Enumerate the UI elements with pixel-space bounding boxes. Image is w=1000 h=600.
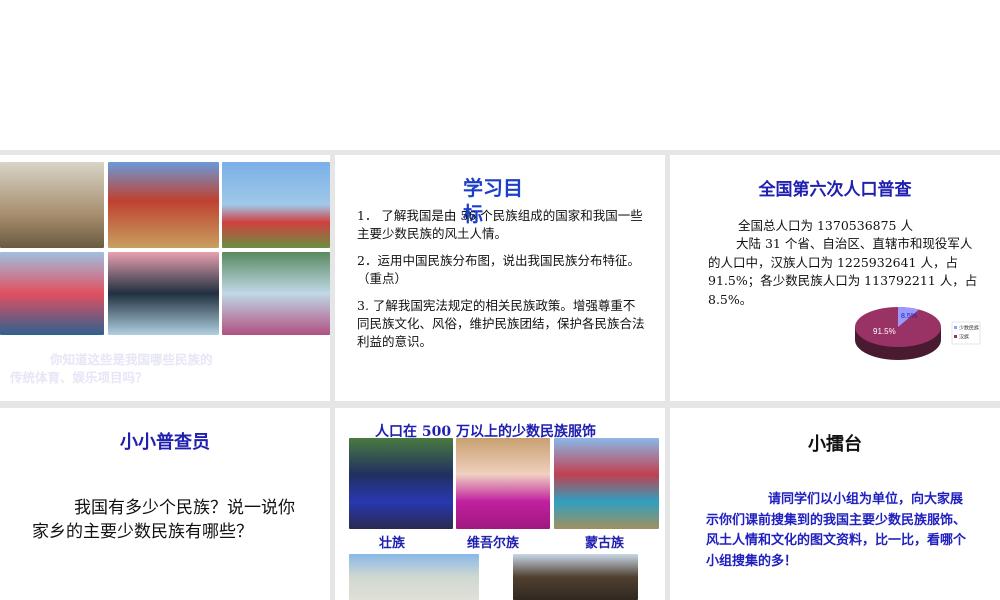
boat-rowing-photo: [108, 252, 219, 335]
wrestling-photo: [108, 162, 219, 248]
legend-han: 汉族: [959, 334, 969, 341]
objective-item: 3. 了解我国宪法规定的相关民族政策。增强尊重不同民族文化、风俗，维护民族团结，…: [357, 298, 645, 349]
caption-uyghur: 维吾尔族: [467, 536, 520, 551]
total-population: 全国总人口为 1370536875 人: [738, 218, 913, 233]
zhuang-costume-photo: [349, 438, 453, 529]
caption-zhuang: 壮族: [379, 536, 406, 551]
hui-costume-photo: [349, 554, 479, 600]
slide-thumbnail-2[interactable]: 学习目标 1． 了解我国是由 56 个民族组成的国家和我国一些主要少数民族的风土…: [335, 155, 665, 401]
pole-climbing-photo: [222, 162, 330, 248]
slide-title: 全国第六次人口普查: [758, 180, 912, 200]
slide-thumbnail-1[interactable]: 你知道这些是我国哪些民族的传统体育、娱乐项目吗？: [0, 155, 330, 401]
slide-thumbnail-3[interactable]: 全国第六次人口普查 全国总人口为 1370536875 人 大陆 31 个省、自…: [670, 155, 1000, 401]
objectives-list: 1． 了解我国是由 56 个民族组成的国家和我国一些主要少数民族的风土人情。 2…: [357, 207, 647, 351]
population-details: 大陆 31 个省、自治区、直辖市和现役军人的人口中，汉族人口为 12259326…: [708, 236, 982, 307]
uyghur-costume-photo: [456, 438, 550, 529]
slide-body: 请同学们以小组为单位，向大家展示你们课前搜集到的我国主要少数民族服饰、风土人情和…: [706, 492, 967, 569]
population-pie-chart: 8.5% 91.5% 少数民族 汉族: [855, 307, 981, 360]
mongol-costume-photo: [554, 438, 659, 529]
tibetan-costume-photo: [513, 554, 638, 600]
slide-body: 我国有多少个民族？说一说你家乡的主要少数民族有哪些？: [32, 498, 295, 542]
dragon-boat-photo: [0, 252, 104, 335]
slide-title: 小擂台: [808, 434, 862, 455]
slide-thumbnail-6[interactable]: 小擂台 请同学们以小组为单位，向大家展示你们课前搜集到的我国主要少数民族服饰、风…: [670, 408, 1000, 600]
slide-thumbnail-4[interactable]: 小小普查员 我国有多少个民族？说一说你家乡的主要少数民族有哪些？: [0, 408, 330, 600]
toolbar-area: [0, 0, 1000, 150]
pie-label-han: 91.5%: [873, 327, 896, 336]
legend-minority: 少数民族: [959, 325, 979, 332]
water-splashing-photo: [222, 252, 330, 335]
caption-mongol: 蒙古族: [585, 536, 625, 551]
objective-item: 2．运用中国民族分布图，说出我国民族分布特征。（重点）: [357, 253, 640, 286]
slide-question: 你知道这些是我国哪些民族的传统体育、娱乐项目吗？: [10, 352, 213, 385]
slide-title: 小小普查员: [120, 432, 210, 453]
pie-label-minority: 8.5%: [901, 313, 917, 320]
objective-item: 1． 了解我国是由 56 个民族组成的国家和我国一些主要少数民族的风土人情。: [357, 208, 643, 241]
slide-thumbnail-5[interactable]: 人口在 500 万以上的少数民族服饰 壮族 维吾尔族 蒙古族: [335, 408, 665, 600]
horse-racing-photo: [0, 162, 104, 248]
